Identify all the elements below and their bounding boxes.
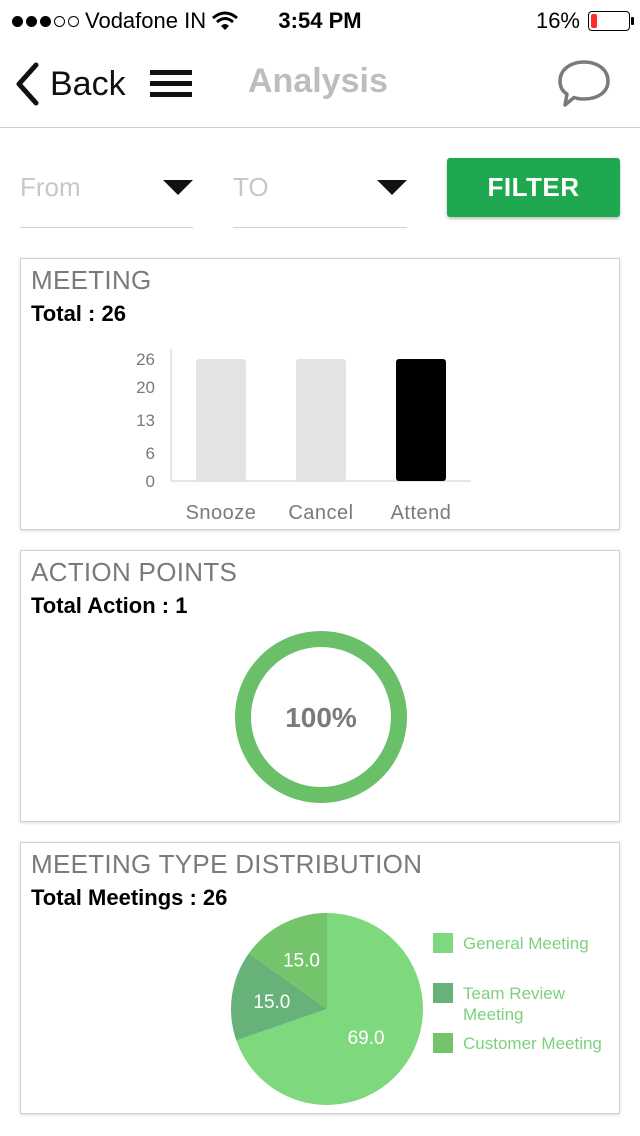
bar-snooze xyxy=(196,359,246,481)
y-tick-label: 13 xyxy=(136,411,155,430)
battery-icon xyxy=(588,11,634,31)
pie-value-label: 15.0 xyxy=(283,951,320,972)
chevron-down-icon xyxy=(377,180,407,195)
action-points-card: 100% ACTION POINTS Total Action : 1 xyxy=(20,550,620,822)
legend-label: General Meeting xyxy=(463,934,589,953)
status-right: 16% xyxy=(535,8,634,34)
y-tick-label: 26 xyxy=(136,350,155,369)
filter-button[interactable]: FILTER xyxy=(447,158,620,217)
pie-value-label: 15.0 xyxy=(253,992,290,1013)
legend-item: General Meeting xyxy=(433,933,613,954)
x-tick-label: Cancel xyxy=(288,502,353,524)
meeting-total: Total : 26 xyxy=(31,301,126,326)
chevron-down-icon xyxy=(163,180,193,195)
meeting-type-pie-chart: 69.0 15.0 15.0 xyxy=(230,913,423,1105)
navbar: Back Analysis xyxy=(0,40,640,128)
chevron-left-icon xyxy=(16,62,39,106)
meeting-card: 0 6 13 20 26 Snooze Cancel Attend MEETING Total… xyxy=(20,258,620,530)
bar-attend xyxy=(396,359,446,481)
legend-swatch xyxy=(433,933,453,953)
from-placeholder: From xyxy=(20,172,81,202)
to-dropdown[interactable]: TO xyxy=(233,158,407,228)
x-tick-label: Attend xyxy=(391,502,452,524)
y-tick-label: 6 xyxy=(146,444,155,463)
back-button[interactable]: Back xyxy=(14,62,126,106)
legend-item: Team Review Meeting xyxy=(433,983,613,1025)
bar-cancel xyxy=(296,359,346,481)
action-total: Total Action : 1 xyxy=(31,593,188,618)
legend-label: Team Review Meeting xyxy=(463,984,566,1024)
back-label: Back xyxy=(50,64,126,103)
chat-icon[interactable] xyxy=(556,58,612,110)
action-points-title: ACTION POINTS xyxy=(31,557,238,587)
page-title: Analysis xyxy=(248,62,388,100)
from-dropdown[interactable]: From xyxy=(20,158,193,228)
legend-item: Customer Meeting xyxy=(433,1033,613,1054)
status-bar: Vodafone IN 3:54 PM 16% xyxy=(0,0,640,40)
y-tick-label: 0 xyxy=(146,472,155,491)
pie-value-label: 69.0 xyxy=(348,1028,385,1049)
distribution-title: MEETING TYPE DISTRIBUTION xyxy=(31,849,423,879)
legend-swatch xyxy=(433,1033,453,1053)
battery-level xyxy=(591,14,597,28)
donut-center-label: 100% xyxy=(285,702,357,733)
to-placeholder: TO xyxy=(233,172,269,202)
distribution-total: Total Meetings : 26 xyxy=(31,885,228,910)
legend-label: Customer Meeting xyxy=(463,1034,602,1053)
meeting-bar-chart: 0 6 13 20 26 Snooze Cancel Attend xyxy=(136,349,471,524)
action-points-donut-chart: 100% xyxy=(235,631,407,803)
legend-swatch xyxy=(433,983,453,1003)
meeting-card-title: MEETING xyxy=(31,265,152,295)
x-tick-label: Snooze xyxy=(186,502,257,524)
battery-percent: 16% xyxy=(535,8,580,33)
distribution-card: 69.0 15.0 15.0 MEETING TYPE DISTRIBUTION T… xyxy=(20,842,620,1114)
menu-icon[interactable] xyxy=(150,70,192,98)
y-tick-label: 20 xyxy=(136,378,155,397)
